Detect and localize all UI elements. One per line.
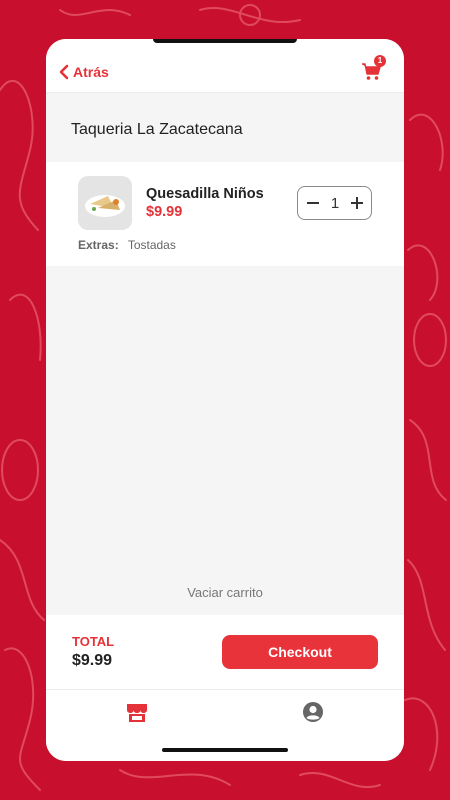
home-indicator	[162, 748, 288, 752]
minus-icon[interactable]	[306, 196, 320, 210]
checkout-footer: TOTAL $9.99 Checkout	[46, 615, 404, 761]
cart-item: Quesadilla Niños $9.99 1 Extras: Tostada…	[46, 162, 404, 266]
extras-label: Extras:	[78, 238, 119, 252]
item-name: Quesadilla Niños	[146, 186, 264, 202]
device-notch	[153, 39, 297, 43]
extras-value: Tostadas	[127, 238, 176, 252]
item-price: $9.99	[146, 204, 183, 220]
chevron-left-icon	[59, 64, 69, 80]
total-label: TOTAL	[72, 634, 115, 649]
quantity-value: 1	[330, 195, 340, 212]
restaurant-name: Taqueria La Zacatecana	[71, 121, 243, 138]
store-icon[interactable]	[126, 703, 148, 723]
quesadilla-plate-icon	[85, 195, 125, 217]
item-extras: Extras: Tostadas	[78, 238, 176, 252]
phone-screen: Atrás 1 Taqueria La Zacatecana Quesadill…	[46, 39, 404, 761]
checkout-button[interactable]: Checkout	[222, 635, 378, 669]
top-bar: Atrás 1	[46, 39, 404, 93]
tab-bar-divider	[46, 689, 404, 690]
total-value: $9.99	[72, 652, 113, 669]
back-button[interactable]: Atrás	[58, 63, 109, 81]
cart-button[interactable]: 1	[360, 55, 386, 83]
empty-cart-button[interactable]: Vaciar carrito	[46, 585, 404, 600]
plus-icon[interactable]	[350, 196, 364, 210]
item-image	[78, 176, 132, 230]
back-label: Atrás	[73, 64, 109, 80]
user-icon[interactable]	[302, 701, 324, 723]
quantity-stepper: 1	[297, 186, 372, 220]
cart-count-badge: 1	[374, 55, 386, 67]
